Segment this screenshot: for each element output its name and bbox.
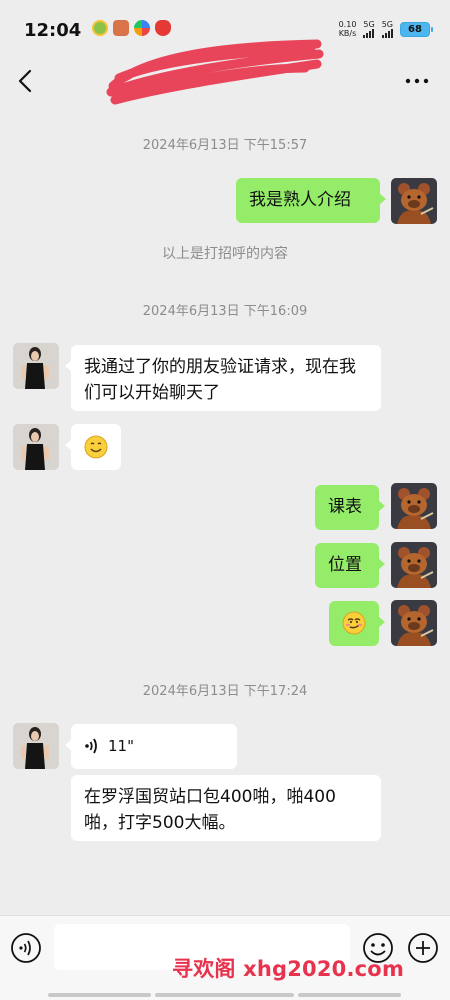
message-text: 在罗浮国贸站口包400啪，啪400啪，打字500大幅。	[84, 787, 336, 833]
gesture-bar	[298, 993, 401, 997]
message-bubble-outgoing[interactable]: 位置	[315, 543, 385, 588]
gesture-bar	[48, 993, 151, 997]
message-text: 课表	[328, 497, 362, 517]
voice-message-bubble[interactable]: 11"	[65, 724, 237, 769]
status-app-icons	[92, 20, 171, 36]
message-bubble-incoming[interactable]: 在罗浮国贸站口包400啪，啪400啪，打字500大幅。	[71, 775, 381, 841]
watermark: 寻欢阁 xhg2020.com	[172, 957, 405, 981]
self-avatar[interactable]	[391, 542, 437, 588]
app-notification-icon	[92, 20, 108, 36]
message-timestamp: 2024年6月13日 下午17:24	[142, 684, 308, 699]
contact-avatar[interactable]	[13, 424, 59, 470]
back-button[interactable]	[12, 64, 42, 98]
self-avatar[interactable]	[391, 178, 437, 224]
sim1-signal-icon: 5G	[363, 20, 375, 38]
sim2-signal-icon: 5G	[381, 20, 393, 38]
chevron-left-icon	[18, 69, 32, 93]
contact-avatar[interactable]	[13, 723, 59, 769]
self-avatar[interactable]	[391, 600, 437, 646]
app-notification-icon	[134, 20, 150, 36]
message-text: 位置	[328, 555, 362, 575]
smirk-emoji-icon	[342, 611, 366, 635]
bear-avatar-icon	[391, 178, 437, 224]
voice-duration: 11"	[108, 737, 134, 755]
message-text: 我是熟人介绍	[249, 190, 351, 210]
person-avatar-icon	[13, 343, 59, 389]
plus-circle-icon	[408, 933, 438, 963]
bear-avatar-icon	[391, 542, 437, 588]
message-timestamp: 2024年6月13日 下午15:57	[142, 138, 308, 153]
message-bubble-outgoing[interactable]: 课表	[315, 485, 385, 530]
bear-avatar-icon	[391, 600, 437, 646]
message-text: 我通过了你的朋友验证请求，现在我们可以开始聊天了	[84, 357, 356, 403]
status-time: 12:04	[24, 20, 82, 41]
message-bubble-outgoing[interactable]: 我是熟人介绍	[236, 178, 386, 223]
person-avatar-icon	[13, 424, 59, 470]
message-bubble-incoming[interactable]	[65, 424, 121, 470]
app-notification-icon	[155, 20, 171, 36]
more-dots-icon	[405, 78, 429, 84]
redaction-scribble	[106, 39, 324, 105]
smile-emoji-icon	[84, 435, 108, 459]
voice-input-button[interactable]	[10, 932, 42, 964]
app-notification-icon	[113, 20, 129, 36]
self-avatar[interactable]	[391, 483, 437, 529]
bear-avatar-icon	[391, 483, 437, 529]
voice-input-icon	[11, 933, 41, 963]
person-avatar-icon	[13, 723, 59, 769]
more-functions-button[interactable]	[407, 932, 439, 964]
status-indicators: 0.10 KB/s 5G 5G 68	[338, 20, 433, 38]
message-bubble-outgoing[interactable]	[329, 601, 385, 646]
message-timestamp: 2024年6月13日 下午16:09	[142, 304, 308, 319]
contact-avatar[interactable]	[13, 343, 59, 389]
network-speed: 0.10 KB/s	[338, 20, 357, 38]
system-note: 以上是打招呼的内容	[162, 246, 288, 262]
message-bubble-incoming[interactable]: 我通过了你的朋友验证请求，现在我们可以开始聊天了	[65, 345, 381, 411]
voice-wave-icon	[85, 738, 97, 754]
battery-icon: 68	[400, 21, 433, 37]
more-button[interactable]	[404, 68, 430, 94]
gesture-bar	[155, 993, 294, 997]
